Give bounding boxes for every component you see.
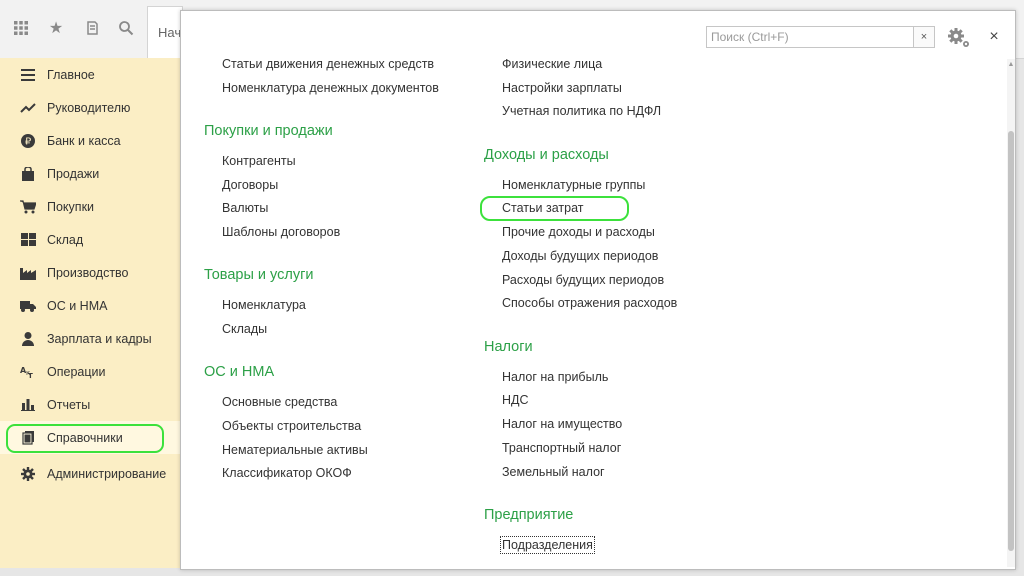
truck-icon — [20, 298, 36, 314]
link-departments[interactable]: Подразделения — [500, 536, 595, 554]
link-other-income-expenses[interactable]: Прочие доходы и расходы — [502, 225, 655, 239]
section-title-income: Доходы и расходы — [484, 147, 609, 163]
sidebar-item-manager[interactable]: Руководителю — [0, 91, 180, 124]
link-transport-tax[interactable]: Транспортный налог — [502, 441, 621, 455]
search-box — [706, 26, 914, 48]
person-icon — [20, 331, 36, 347]
apps-grid-icon[interactable] — [9, 16, 33, 40]
sidebar-item-admin[interactable]: Администрирование — [0, 457, 180, 490]
link-counterparties[interactable]: Контрагенты — [222, 154, 296, 168]
star-icon[interactable]: ★ — [44, 16, 68, 40]
link-deferred-expenses[interactable]: Расходы будущих периодов — [502, 273, 664, 287]
link-contract-templates[interactable]: Шаблоны договоров — [222, 225, 340, 239]
sidebar-item-salary[interactable]: Зарплата и кадры — [0, 322, 180, 355]
sidebar-item-bank[interactable]: ₽ Банк и касса — [0, 124, 180, 157]
link-currencies[interactable]: Валюты — [222, 201, 268, 215]
link-profit-tax[interactable]: Налог на прибыль — [502, 370, 608, 384]
link-construction-objects[interactable]: Объекты строительства — [222, 419, 361, 433]
sidebar-item-warehouse[interactable]: Склад — [0, 223, 180, 256]
sidebar-item-references[interactable]: Справочники — [0, 421, 180, 454]
ruble-icon: ₽ — [20, 133, 36, 149]
search-icon[interactable] — [114, 16, 138, 40]
link-deferred-income[interactable]: Доходы будущих периодов — [502, 249, 658, 263]
history-icon[interactable] — [80, 16, 104, 40]
sidebar-item-production[interactable]: Производство — [0, 256, 180, 289]
trend-icon — [20, 100, 36, 116]
menu-icon — [20, 67, 36, 83]
tab-home[interactable]: Начальная страница — [147, 6, 183, 58]
sidebar-item-label: Руководителю — [47, 100, 131, 115]
link-cash-document-nomenclature[interactable]: Номенклатура денежных документов — [222, 81, 439, 95]
svg-text:₽: ₽ — [25, 136, 32, 147]
sidebar-item-label: Главное — [47, 67, 95, 82]
sidebar-item-reports[interactable]: Отчеты — [0, 388, 180, 421]
operations-icon: AТк — [20, 364, 36, 380]
sidebar: Главное Руководителю ₽ Банк и касса Прод… — [0, 58, 181, 568]
link-vat[interactable]: НДС — [502, 393, 529, 407]
link-individuals[interactable]: Физические лица — [502, 57, 602, 71]
link-warehouses[interactable]: Склады — [222, 322, 267, 336]
chart-icon — [20, 397, 36, 413]
link-contracts[interactable]: Договоры — [222, 178, 278, 192]
sidebar-item-purchases[interactable]: Покупки — [0, 190, 180, 223]
svg-text:к: к — [26, 369, 30, 377]
sidebar-item-label: Операции — [47, 364, 106, 379]
link-okof-classifier[interactable]: Классификатор ОКОФ — [222, 466, 352, 480]
sidebar-item-operations[interactable]: AТк Операции — [0, 355, 180, 388]
link-cost-items[interactable]: Статьи затрат — [502, 201, 583, 215]
link-nomenclature-groups[interactable]: Номенклатурные группы — [502, 178, 645, 192]
search-input[interactable] — [707, 27, 914, 47]
sidebar-item-label: ОС и НМА — [47, 298, 108, 313]
link-property-tax[interactable]: Налог на имущество — [502, 417, 622, 431]
link-nomenclature[interactable]: Номенклатура — [222, 298, 306, 312]
bag-icon — [20, 166, 36, 182]
link-cash-flow-items[interactable]: Статьи движения денежных средств — [222, 57, 434, 71]
references-panel: × × Статьи движения денежных средств Ном… — [180, 10, 1016, 570]
sidebar-item-label: Справочники — [47, 430, 123, 445]
warehouse-icon — [20, 232, 36, 248]
link-salary-settings[interactable]: Настройки зарплаты — [502, 81, 622, 95]
search-clear-button[interactable]: × — [914, 26, 935, 48]
section-title-assets: ОС и НМА — [204, 364, 275, 380]
section-title-enterprise: Предприятие — [484, 507, 574, 523]
settings-gear-icon[interactable] — [945, 25, 973, 51]
sidebar-item-main[interactable]: Главное — [0, 58, 180, 91]
link-land-tax[interactable]: Земельный налог — [502, 465, 605, 479]
link-fixed-assets[interactable]: Основные средства — [222, 395, 337, 409]
scrollbar-thumb[interactable] — [1008, 131, 1014, 551]
factory-icon — [20, 265, 36, 281]
sidebar-item-label: Банк и касса — [47, 133, 121, 148]
section-title-purchases: Покупки и продажи — [204, 123, 333, 139]
books-icon — [20, 430, 36, 446]
sidebar-item-assets[interactable]: ОС и НМА — [0, 289, 180, 322]
sidebar-item-label: Покупки — [47, 199, 95, 214]
sidebar-item-label: Производство — [47, 265, 129, 280]
sidebar-item-sales[interactable]: Продажи — [0, 157, 180, 190]
sidebar-item-label: Склад — [47, 232, 84, 247]
section-title-taxes: Налоги — [484, 339, 533, 355]
scroll-up-arrow-icon[interactable]: ▲ — [1007, 59, 1015, 69]
close-icon[interactable]: × — [983, 26, 1005, 48]
link-ndfl-accounting-policy[interactable]: Учетная политика по НДФЛ — [502, 104, 661, 118]
gear-icon — [20, 466, 36, 482]
link-expense-reflection-methods[interactable]: Способы отражения расходов — [502, 296, 677, 310]
sidebar-item-label: Отчеты — [47, 397, 91, 412]
sidebar-item-label: Администрирование — [47, 466, 167, 481]
sidebar-item-label: Продажи — [47, 166, 100, 181]
sidebar-item-label: Зарплата и кадры — [47, 331, 152, 346]
section-title-goods: Товары и услуги — [204, 267, 314, 283]
link-intangible-assets[interactable]: Нематериальные активы — [222, 443, 368, 457]
cart-icon — [20, 199, 36, 215]
